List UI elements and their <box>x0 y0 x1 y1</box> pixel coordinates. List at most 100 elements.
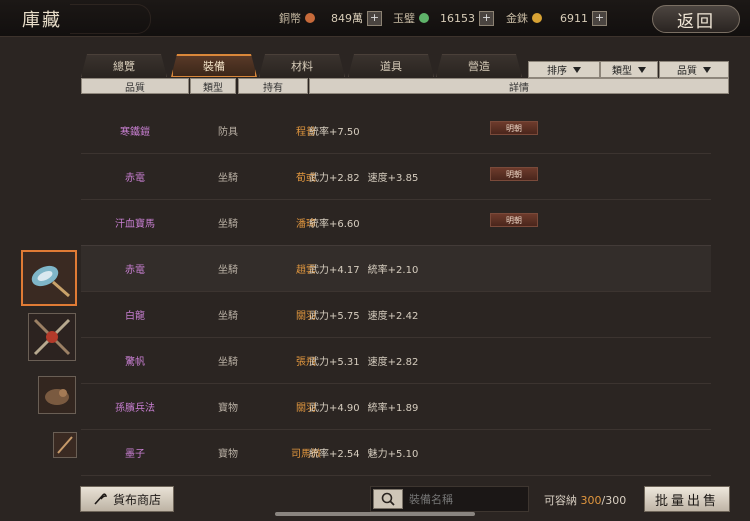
top-bar: 庫藏 銅幣 849萬 + 玉璧 16153 + 金銖 6911 + 返回 <box>0 0 750 37</box>
tab-items[interactable]: 道具 <box>348 54 434 77</box>
add-gold-button[interactable]: + <box>592 10 607 26</box>
dropdown-label: 類型 <box>612 66 632 77</box>
stat: 武力+4.17 <box>309 264 360 276</box>
item-type: 寶物 <box>218 448 238 460</box>
bulk-sell-button[interactable]: 批量出售 <box>644 486 730 512</box>
dynasty-badge: 明朝 <box>490 213 538 227</box>
stat: 統率+7.50 <box>309 126 360 138</box>
table-row[interactable]: 驚帆 坐騎 張飛 武力+5.31 速度+2.82 <box>81 337 711 384</box>
item-type: 寶物 <box>218 402 238 414</box>
shop-button[interactable]: 貨布商店 <box>80 486 174 512</box>
sell-label: 批量出售 <box>654 493 719 509</box>
item-type: 防具 <box>218 126 238 138</box>
table-row[interactable]: 孫臏兵法 寶物 關羽 武力+4.90 統率+1.89 <box>81 383 711 430</box>
back-label: 返回 <box>677 11 715 32</box>
home-indicator[interactable] <box>275 512 475 516</box>
currency-value: 849萬 <box>331 12 363 25</box>
table-row[interactable]: 白龍 坐騎 關羽 武力+5.75 速度+2.42 <box>81 291 711 338</box>
capacity-total: /300 <box>601 494 627 507</box>
tab-construction[interactable]: 營造 <box>436 54 522 77</box>
add-jade-button[interactable]: + <box>479 10 494 26</box>
stat: 魅力+5.10 <box>367 448 419 460</box>
currency-value: 6911 <box>560 11 588 25</box>
search-button[interactable] <box>373 489 403 509</box>
back-button[interactable]: 返回 <box>652 5 740 33</box>
currency-label: 銅幣 <box>279 12 301 25</box>
currency-label: 玉璧 <box>393 12 415 25</box>
table-row[interactable]: 赤電 坐騎 荀彧 武力+2.82 速度+3.85 明朝 <box>81 153 711 200</box>
table-row-selected[interactable]: 赤電 坐騎 趙雲 武力+4.17 統率+2.10 <box>81 245 711 292</box>
scroll-icon <box>54 433 76 457</box>
tab-overview[interactable]: 總覽 <box>81 54 167 77</box>
tab-label: 道具 <box>380 60 402 73</box>
stat: 武力+5.75 <box>309 310 360 322</box>
crossed-weapons-icon <box>29 314 75 360</box>
equipment-thumbnail[interactable] <box>53 432 77 458</box>
item-type: 坐騎 <box>218 218 238 230</box>
capacity-used: 300 <box>580 494 602 507</box>
tab-materials[interactable]: 材料 <box>259 54 345 77</box>
sort-dropdown[interactable]: 排序 <box>528 61 600 78</box>
item-stats: 武力+4.17 統率+2.10 <box>309 245 529 291</box>
item-type: 坐騎 <box>218 172 238 184</box>
beast-icon <box>39 377 75 413</box>
item-name: 墨子 <box>125 448 145 460</box>
header-label: 類型 <box>203 82 223 94</box>
table-row[interactable]: 寒鐵鎧 防具 程普 統率+7.50 明朝 <box>81 107 711 154</box>
item-name: 驚帆 <box>125 356 145 368</box>
equipment-thumbnail[interactable] <box>28 313 76 361</box>
search-bar <box>370 486 529 512</box>
capacity-label: 可容納 <box>544 494 577 507</box>
add-copper-button[interactable]: + <box>367 10 382 26</box>
item-name: 赤電 <box>125 172 145 184</box>
table-row[interactable]: 墨子 寶物 司馬微 統率+2.54 魅力+5.10 <box>81 429 711 476</box>
chevron-down-icon <box>638 66 646 73</box>
item-stats: 武力+4.90 統率+1.89 <box>309 383 529 429</box>
item-name: 寒鐵鎧 <box>120 126 150 138</box>
stat: 速度+2.82 <box>367 356 419 368</box>
column-header-type[interactable]: 類型 <box>190 78 236 94</box>
tab-label: 材料 <box>291 60 313 73</box>
quality-dropdown[interactable]: 品質 <box>659 61 729 78</box>
equipment-thumbnail-selected[interactable] <box>21 250 77 306</box>
item-type: 坐騎 <box>218 264 238 276</box>
feather-fan-icon <box>23 252 75 304</box>
column-header-details: 詳情 <box>309 78 729 94</box>
table-row[interactable]: 汗血寶馬 坐騎 潘璋 統率+6.60 明朝 <box>81 199 711 246</box>
stat: 速度+3.85 <box>367 172 419 184</box>
title-ornament <box>70 4 151 34</box>
column-header-owner[interactable]: 持有 <box>238 78 308 94</box>
item-name: 白龍 <box>125 310 145 322</box>
item-stats: 武力+5.31 速度+2.82 <box>309 337 529 383</box>
currency-gold: 金銖 6911 + <box>506 9 607 27</box>
search-input[interactable] <box>407 490 526 508</box>
item-stats: 統率+2.54 魅力+5.10 <box>309 429 529 475</box>
stat: 統率+2.10 <box>367 264 419 276</box>
jade-icon <box>419 13 429 23</box>
header-label: 詳情 <box>509 82 529 94</box>
gold-coin-icon <box>532 13 542 23</box>
copper-coin-icon <box>305 13 315 23</box>
dynasty-badge: 明朝 <box>490 121 538 135</box>
tab-equipment[interactable]: 裝備 <box>171 54 257 77</box>
type-dropdown[interactable]: 類型 <box>600 61 658 78</box>
tab-label: 裝備 <box>203 60 225 73</box>
stat: 武力+4.90 <box>309 402 360 414</box>
equipment-thumbnail[interactable] <box>38 376 76 414</box>
stat: 速度+2.42 <box>367 310 419 322</box>
dropdown-label: 品質 <box>677 66 697 77</box>
dropdown-label: 排序 <box>547 66 567 77</box>
column-header-quality[interactable]: 品質 <box>81 78 189 94</box>
currency-value: 16153 <box>440 11 475 25</box>
tab-label: 總覽 <box>113 60 135 73</box>
item-name: 孫臏兵法 <box>115 402 155 414</box>
item-name: 赤電 <box>125 264 145 276</box>
item-type: 坐騎 <box>218 356 238 368</box>
scythe-icon <box>94 493 107 505</box>
shop-label: 貨布商店 <box>112 492 161 507</box>
currency-jade: 玉璧 16153 + <box>393 9 494 27</box>
currency-copper: 銅幣 849萬 + <box>279 9 382 27</box>
tab-label: 營造 <box>468 60 490 73</box>
stat: 統率+6.60 <box>309 218 360 230</box>
stat: 武力+5.31 <box>309 356 360 368</box>
